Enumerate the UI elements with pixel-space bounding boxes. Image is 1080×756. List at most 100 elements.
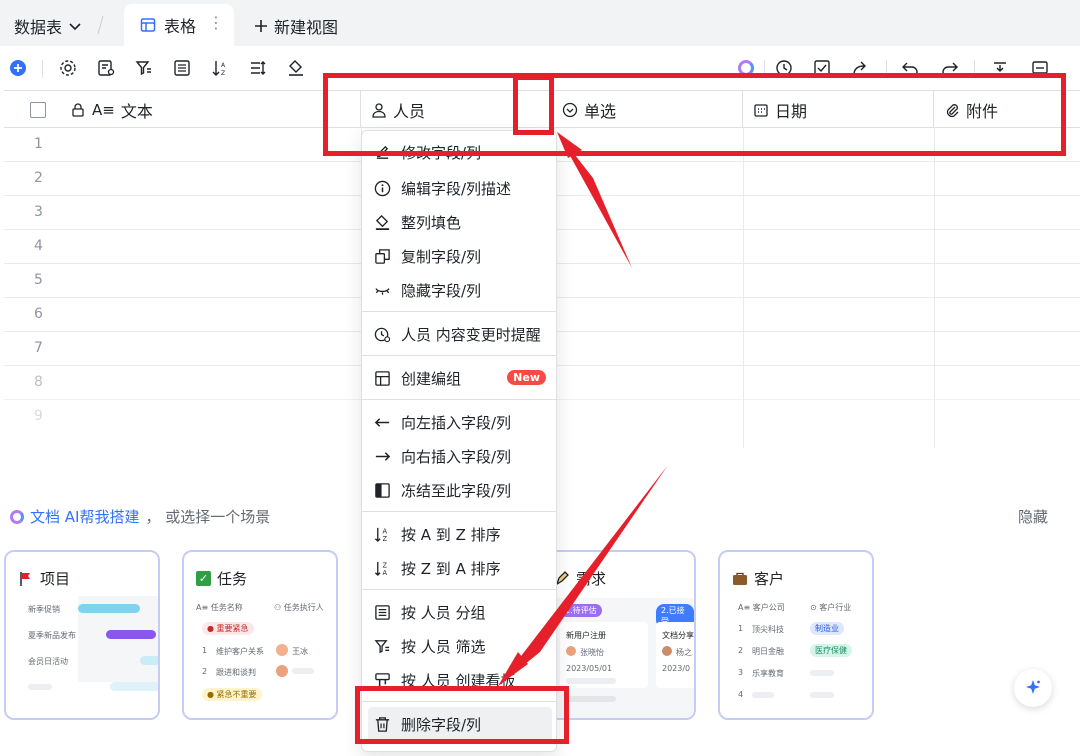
new-view-label: 新建视图	[274, 18, 339, 37]
card-title: ✓ 任务	[196, 568, 247, 589]
filter-icon	[374, 639, 390, 653]
menu-item-label: 编辑字段/列描述	[401, 179, 512, 198]
annotation-box-delete	[355, 686, 569, 744]
chevron-down-icon	[69, 23, 81, 31]
menu-item-label: 创建编组	[401, 369, 462, 388]
fill-color-button[interactable]	[286, 58, 306, 78]
annotation-box-header	[323, 73, 1066, 156]
industry-tag: 制造业	[810, 622, 844, 635]
kanban-date: 2023/0	[662, 664, 691, 673]
column-header-text[interactable]: A≡ 文本	[4, 91, 361, 128]
kanban-item-title: 新用户注册	[566, 631, 606, 640]
card-title-label: 任务	[217, 570, 248, 588]
industry-tag: 医疗保健	[810, 644, 852, 657]
row-height-icon	[251, 61, 266, 75]
card-title: 项目	[18, 568, 70, 589]
row-height-button[interactable]	[248, 58, 268, 78]
mini-column-name: 任务名称	[210, 603, 243, 612]
tab-more-icon[interactable]: ⋮	[208, 13, 224, 32]
kanban-date: 2023/05/01	[566, 664, 613, 673]
info-icon	[374, 180, 391, 196]
mini-row-number: 1	[738, 624, 744, 633]
menu-separator	[362, 511, 556, 512]
template-card-task[interactable]: ✓ 任务 A≡ 任务名称 ⚇ 任务执行人 ● 重要紧急 1 维护客户关系 王冰 …	[182, 550, 338, 720]
svg-text:A: A	[383, 569, 388, 577]
menu-item-label: 复制字段/列	[401, 247, 482, 266]
menu-separator	[362, 311, 556, 312]
kanban-item-title: 文档分享	[662, 631, 694, 640]
menu-item-label: 按 人员 分组	[401, 603, 486, 622]
svg-text:A: A	[221, 62, 226, 69]
new-view-button[interactable]: 新建视图	[254, 14, 338, 38]
ai-float-button[interactable]	[1014, 669, 1052, 707]
view-tab-bar: 数据表 表格 ⋮ 新建视图	[0, 0, 1080, 46]
template-card-project[interactable]: 项目 新季促销 夏季新品发布 会员日活动	[4, 550, 160, 720]
menu-item-fill-color[interactable]: 整列填色	[362, 205, 556, 239]
sheet-selector[interactable]: 数据表	[14, 14, 82, 38]
card-title-label: 项目	[40, 570, 71, 588]
menu-item-sort-desc[interactable]: ZA 按 Z 到 A 排序	[362, 551, 556, 585]
sort-asc-icon: AZ	[374, 527, 388, 543]
mini-row-label: 新季促销	[28, 605, 60, 614]
svg-text:Z: Z	[221, 70, 225, 77]
placeholder-line	[810, 692, 834, 698]
avatar	[662, 646, 672, 656]
field-manage-button[interactable]	[96, 58, 116, 78]
ai-build-prompt: 文档 AI帮我搭建 ， 或选择一个场景	[10, 506, 270, 527]
mini-column-header: ⊙ 客户行业	[810, 603, 852, 612]
row-number: 4	[34, 238, 43, 254]
menu-item-insert-left[interactable]: 向左插入字段/列	[362, 405, 556, 439]
menu-item-sort-asc[interactable]: AZ 按 A 到 Z 排序	[362, 517, 556, 551]
menu-item-insert-right[interactable]: 向右插入字段/列	[362, 439, 556, 473]
menu-item-filter-by[interactable]: 按 人员 筛选	[362, 629, 556, 663]
sparkle-icon	[1026, 680, 1040, 694]
row-number: 9	[34, 408, 43, 424]
ai-build-hint: ， 或选择一个场景	[145, 508, 271, 526]
hide-templates-link[interactable]: 隐藏	[1018, 506, 1048, 527]
menu-item-label: 人员 内容变更时提醒	[401, 325, 541, 344]
paint-bucket-icon	[375, 214, 390, 230]
template-card-customer[interactable]: 客户 A≡ 客户公司 ⊙ 客户行业 1 顶尖科技 制造业 2 明日金融 医疗保健…	[718, 550, 874, 720]
menu-item-hide-field[interactable]: 隐藏字段/列	[362, 273, 556, 307]
priority-tag: ● 紧急不重要	[202, 688, 262, 701]
placeholder-line	[810, 670, 834, 676]
menu-item-group-by[interactable]: 按 人员 分组	[362, 595, 556, 629]
sort-button[interactable]: AZ	[210, 58, 230, 78]
menu-item-edit-description[interactable]: 编辑字段/列描述	[362, 171, 556, 205]
tag-label: 紧急不重要	[216, 690, 257, 699]
mini-row-number: 3	[738, 668, 744, 677]
toolbar-separator	[42, 60, 43, 78]
menu-item-create-group[interactable]: 创建编组 New	[362, 361, 556, 395]
gantt-bar	[106, 630, 156, 639]
card-title-label: 客户	[754, 570, 785, 588]
mini-row-number: 2	[738, 646, 744, 655]
avatar	[276, 665, 288, 677]
settings-button[interactable]	[58, 58, 78, 78]
ai-ring-icon	[10, 509, 24, 524]
add-circle-icon	[10, 60, 26, 76]
avatar	[566, 646, 576, 656]
row-number: 7	[34, 340, 43, 356]
ai-build-link[interactable]: 文档 AI帮我搭建	[30, 506, 139, 527]
menu-item-freeze-column[interactable]: 冻结至此字段/列	[362, 473, 556, 507]
mini-row-company: 顶尖科技	[752, 625, 784, 634]
new-badge: New	[507, 370, 546, 385]
reminder-clock-icon	[374, 327, 391, 342]
placeholder-line	[752, 692, 774, 698]
mini-column-header: A≡ 任务名称	[196, 603, 243, 612]
group-button[interactable]	[172, 58, 192, 78]
filter-button[interactable]	[134, 58, 154, 78]
card-title: 需求	[554, 568, 606, 589]
group-list-icon	[375, 604, 390, 620]
mini-row-name: 维护客户关系	[216, 647, 264, 656]
mini-row-label: 会员日活动	[28, 657, 68, 666]
add-record-button[interactable]	[8, 58, 28, 78]
table-icon	[140, 18, 156, 32]
freeze-column-icon	[375, 482, 390, 498]
paint-bucket-icon	[289, 60, 303, 76]
flag-icon	[20, 571, 30, 586]
menu-item-change-reminder[interactable]: 人员 内容变更时提醒	[362, 317, 556, 351]
gantt-bar	[140, 656, 158, 665]
menu-item-duplicate-field[interactable]: 复制字段/列	[362, 239, 556, 273]
select-all-checkbox[interactable]	[30, 101, 46, 118]
